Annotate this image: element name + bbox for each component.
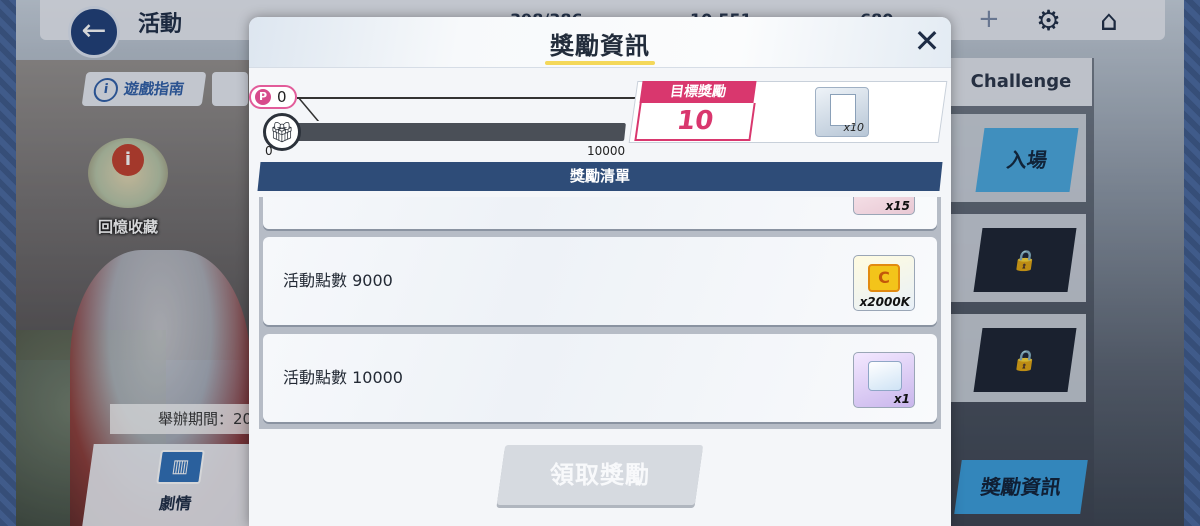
dialog-title: 獎勵資訊 bbox=[550, 32, 650, 60]
target-reward-value: 10 bbox=[634, 103, 756, 141]
progress-max-label: 10000 bbox=[587, 144, 626, 158]
reward-item[interactable]: x1 bbox=[853, 352, 915, 408]
reward-list-title: 獎勵清單 bbox=[569, 167, 630, 185]
progress-leader-line bbox=[297, 97, 637, 99]
reward-list[interactable]: x15 活動點數 9000 C x2000K 活動點數 10000 x1 bbox=[259, 197, 941, 429]
reward-row-label: 活動點數 10000 bbox=[283, 368, 403, 387]
close-icon[interactable]: ✕ bbox=[909, 23, 945, 59]
points-icon: P bbox=[255, 89, 271, 105]
reward-row-label: 活動點數 9000 bbox=[283, 271, 393, 290]
reward-row: x15 bbox=[263, 197, 937, 229]
reward-row: 活動點數 10000 x1 bbox=[263, 334, 937, 422]
points-value: 0 bbox=[277, 88, 287, 106]
progress-leader-stem bbox=[297, 97, 320, 121]
claim-reward-label: 領取獎勵 bbox=[550, 461, 650, 489]
points-badge: P 0 bbox=[249, 85, 297, 109]
target-reward-label: 目標獎勵 bbox=[639, 81, 757, 103]
reward-row: 活動點數 9000 C x2000K bbox=[263, 237, 937, 325]
reward-item-count: x15 bbox=[885, 199, 910, 213]
target-reward-item[interactable]: x10 bbox=[815, 87, 869, 137]
reward-item[interactable]: C x2000K bbox=[853, 255, 915, 311]
reward-item[interactable]: x15 bbox=[853, 197, 915, 215]
credit-card-icon: C bbox=[868, 264, 900, 292]
target-item-count: x10 bbox=[843, 121, 864, 134]
reward-info-dialog: 獎勵資訊 ✕ P 0 🎁︎ 0 10000 10 目標獎勵 x10 獎勵清單 x… bbox=[249, 17, 951, 526]
title-underline bbox=[545, 61, 655, 65]
progress-bar bbox=[284, 123, 626, 141]
progress-min-label: 0 bbox=[265, 144, 273, 158]
ticket-icon bbox=[868, 361, 902, 391]
reward-item-count: x2000K bbox=[859, 295, 910, 309]
reward-item-count: x1 bbox=[893, 392, 910, 406]
